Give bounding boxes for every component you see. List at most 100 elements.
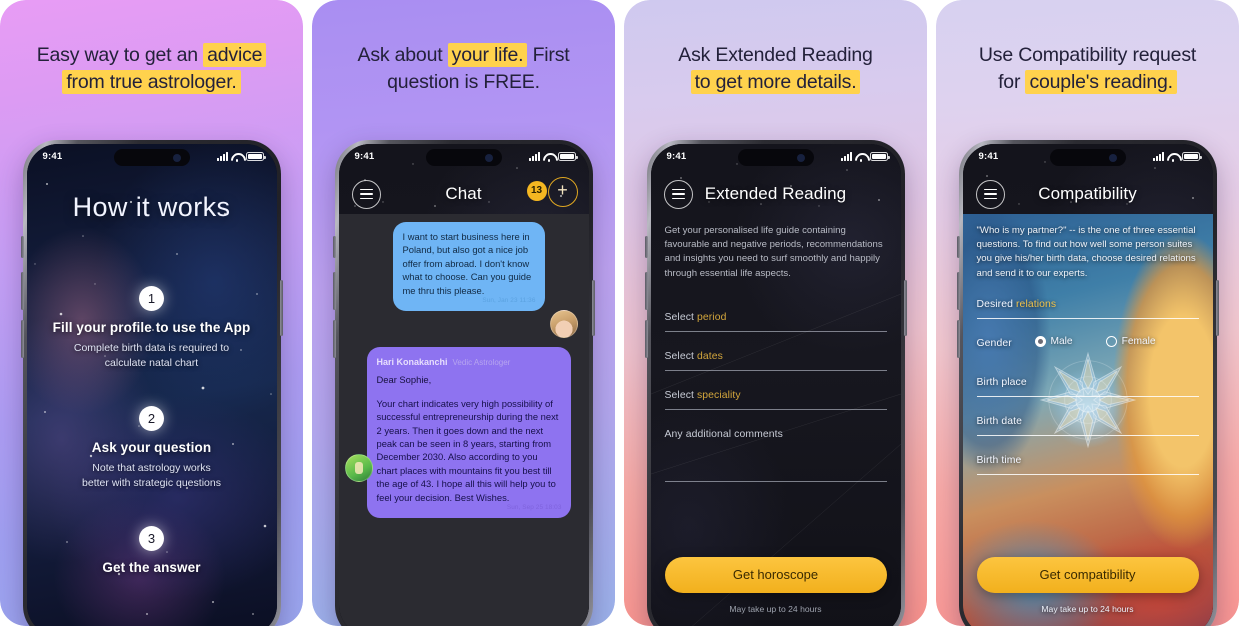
message-author-role: Vedic Astrologer xyxy=(452,358,511,367)
field-label-accent: relations xyxy=(1016,299,1057,310)
caption-highlight: couple's reading. xyxy=(1025,70,1177,94)
caption-text: Easy way to get an xyxy=(36,44,204,66)
status-indicators xyxy=(1152,152,1202,162)
menu-icon[interactable] xyxy=(351,179,381,209)
status-time: 9:41 xyxy=(666,151,687,162)
panel-4-caption: Use Compatibility request for couple's r… xyxy=(936,42,1239,96)
phone-mockup-3: 9:41 Extended Reading Get your personali… xyxy=(644,140,907,626)
caption-highlight: from true astrologer. xyxy=(62,70,241,94)
radio-female[interactable]: Female xyxy=(1105,336,1156,347)
status-indicators xyxy=(216,152,266,162)
how-it-works-title: How it works xyxy=(72,192,231,222)
step-description: Complete birth data is required to calcu… xyxy=(27,341,277,371)
phone-screen-1: 9:41 How it works 1 Fill your profile to… xyxy=(26,144,277,626)
field-underline xyxy=(664,481,887,482)
field-label-prefix: Desired xyxy=(976,299,1016,310)
dynamic-island xyxy=(113,149,190,166)
step-item-1: 1 Fill your profile to use the App Compl… xyxy=(27,286,277,371)
field-birth-time[interactable]: Birth time xyxy=(976,455,1199,475)
step-number: 3 xyxy=(139,526,164,551)
cellular-signal-icon xyxy=(216,152,228,161)
step-title: Get the answer xyxy=(102,560,201,575)
get-horoscope-button[interactable]: Get horoscope xyxy=(664,557,887,593)
status-time: 9:41 xyxy=(42,151,63,162)
phone-mute-switch xyxy=(20,236,24,258)
caption-text: Ask Extended Reading xyxy=(678,44,873,66)
field-birth-place[interactable]: Birth place xyxy=(976,377,1199,397)
field-underline xyxy=(976,435,1199,436)
extended-reading-intro: Get your personalised life guide contain… xyxy=(664,225,883,279)
radio-dot-icon xyxy=(1105,336,1117,347)
step-number: 2 xyxy=(139,406,164,431)
new-chat-plus-icon[interactable]: + xyxy=(547,177,578,207)
caption-highlight: advice xyxy=(203,43,267,67)
phone-mockup-2: 9:41 Chat 13 + I want to start business … xyxy=(332,140,595,626)
screenshot-panel-1: Easy way to get an advice from true astr… xyxy=(0,0,303,626)
message-timestamp: Sun, Sep 25 18:03 xyxy=(506,503,562,511)
phone-volume-up xyxy=(644,272,648,310)
step-desc-line: calculate natal chart xyxy=(104,357,199,369)
cellular-signal-icon xyxy=(1152,152,1164,161)
screenshot-panel-4: Use Compatibility request for couple's r… xyxy=(936,0,1239,626)
field-underline xyxy=(664,409,887,410)
phone-volume-down xyxy=(956,320,960,358)
step-desc-line: Note that astrology works xyxy=(92,462,211,474)
compatibility-form: Desired relations Gender Male Female Bir… xyxy=(976,299,1199,494)
message-author: Hari Konakanchi xyxy=(376,357,448,367)
chat-bubble-user: I want to start business here in Poland,… xyxy=(392,222,545,312)
phone-mute-switch xyxy=(332,236,336,258)
phone-volume-up xyxy=(20,272,24,310)
front-camera-icon xyxy=(796,153,805,162)
field-select-period[interactable]: Select period xyxy=(664,312,887,332)
get-compatibility-button[interactable]: Get compatibility xyxy=(976,557,1199,593)
caption-text: First xyxy=(527,44,570,66)
app-store-screenshot-strip: Easy way to get an advice from true astr… xyxy=(0,0,1239,626)
field-label: Birth place xyxy=(976,377,1027,388)
field-underline xyxy=(664,331,887,332)
chat-message-list[interactable]: I want to start business here in Poland,… xyxy=(338,214,589,626)
field-label: Birth date xyxy=(976,416,1022,427)
phone-volume-down xyxy=(20,320,24,358)
status-bar: 9:41 xyxy=(963,144,1213,172)
field-label-prefix: Select xyxy=(664,351,697,362)
caption-text: Ask about xyxy=(357,44,448,66)
caption-highlight: to get more details. xyxy=(690,70,861,94)
phone-mute-switch xyxy=(956,236,960,258)
step-description: Note that astrology works better with st… xyxy=(27,461,277,491)
step-desc-line: Complete birth data is required to xyxy=(73,342,230,354)
dynamic-island xyxy=(737,149,814,166)
field-desired-relations[interactable]: Desired relations xyxy=(976,299,1199,319)
menu-icon[interactable] xyxy=(975,179,1005,209)
field-additional-comments[interactable]: Any additional comments xyxy=(664,429,887,482)
battery-icon xyxy=(1181,152,1202,161)
field-label: Select period xyxy=(665,312,887,323)
panel-3-caption: Ask Extended Reading to get more details… xyxy=(624,42,927,96)
field-label: Desired relations xyxy=(977,299,1199,310)
field-label-accent: speciality xyxy=(696,390,741,401)
wifi-icon xyxy=(1167,152,1178,162)
status-bar: 9:41 xyxy=(339,144,589,172)
front-camera-icon xyxy=(172,153,181,162)
battery-icon xyxy=(557,152,578,161)
status-time: 9:41 xyxy=(354,151,375,162)
gender-radio-group[interactable]: Male Female xyxy=(1034,336,1156,347)
field-select-speciality[interactable]: Select speciality xyxy=(664,390,887,410)
phone-screen-2: 9:41 Chat 13 + I want to start business … xyxy=(338,144,589,626)
radio-male[interactable]: Male xyxy=(1034,336,1073,347)
extended-reading-form: Select period Select dates Select specia… xyxy=(664,312,887,501)
step-desc-line: better with strategic questions xyxy=(82,477,221,489)
menu-icon[interactable] xyxy=(663,179,693,209)
step-title: Fill your profile to use the App xyxy=(52,320,251,335)
field-underline xyxy=(976,318,1199,319)
field-label-accent: period xyxy=(696,312,727,323)
front-camera-icon xyxy=(1108,153,1117,162)
dynamic-island xyxy=(1049,149,1126,166)
field-birth-date[interactable]: Birth date xyxy=(976,416,1199,436)
field-underline xyxy=(664,370,887,371)
phone-mockup-1: 9:41 How it works 1 Fill your profile to… xyxy=(20,140,283,626)
caption-text: Use Compatibility request xyxy=(978,44,1197,66)
field-select-dates[interactable]: Select dates xyxy=(664,351,887,371)
phone-mute-switch xyxy=(644,236,648,258)
wifi-icon xyxy=(543,152,554,162)
panel-1-caption: Easy way to get an advice from true astr… xyxy=(0,42,303,96)
